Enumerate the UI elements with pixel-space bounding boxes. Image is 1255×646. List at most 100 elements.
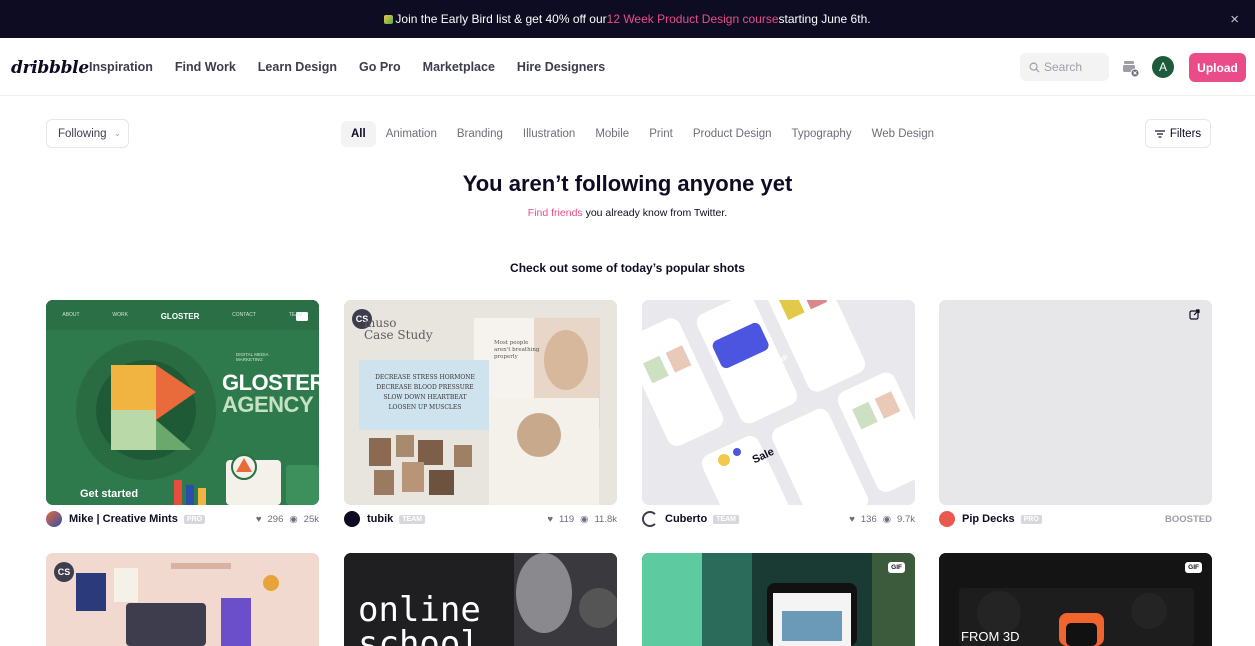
shot-meta-2: tubik TEAM ♥ 119 ◉ 11.8k (344, 509, 617, 529)
author-name[interactable]: tubik (367, 513, 393, 525)
boosted-label: BOOSTED (1165, 513, 1212, 525)
muso-line-4: LOOSEN UP MUSCLES (388, 404, 462, 411)
tab-mobile[interactable]: Mobile (585, 121, 639, 147)
dribbble-logo[interactable]: dribbble (11, 58, 89, 78)
search-input[interactable]: Search (1020, 53, 1109, 81)
nav-find-work[interactable]: Find Work (175, 60, 236, 74)
top-nav: dribbble Inspiration Find Work Learn Des… (0, 38, 1255, 96)
gloster-nav-team: TEAM (288, 312, 303, 318)
find-friends-link[interactable]: Find friends (528, 207, 583, 219)
nav-go-pro[interactable]: Go Pro (359, 60, 401, 74)
views-count: 9.7k (897, 513, 915, 525)
muso-line-3: SLOW DOWN HEARTBEAT (383, 394, 467, 401)
promo-banner: Join the Early Bird list & get 40% off o… (0, 0, 1255, 38)
shot-meta-4: Pip Decks PRO BOOSTED (939, 509, 1212, 529)
shot-meta-3: Cuberto TEAM ♥ 136 ◉ 9.7k (642, 509, 915, 529)
external-link-icon[interactable] (1189, 309, 1200, 320)
shot-card-desk[interactable]: CS (46, 553, 319, 646)
tab-illustration[interactable]: Illustration (513, 121, 585, 147)
page-title: You aren’t following anyone yet (462, 171, 793, 196)
filter-icon (1154, 129, 1165, 138)
shot-thumbnail (642, 553, 915, 646)
heart-icon[interactable]: ♥ (547, 514, 553, 525)
gloster-nav: ABOUT WORK GLOSTER CONTACT TEAM (46, 312, 319, 321)
muso-quote: Most people aren't breathing properly (494, 340, 540, 360)
pro-badge: PRO (183, 514, 206, 524)
author-name[interactable]: Cuberto (665, 513, 707, 525)
shot-card-mobile-app[interactable]: GIF (642, 553, 915, 646)
hire-icon[interactable] (1121, 58, 1141, 78)
user-avatar[interactable]: A (1152, 56, 1174, 78)
tab-branding[interactable]: Branding (447, 121, 513, 147)
shot-card-online-school[interactable]: online school (344, 553, 617, 646)
team-badge: TEAM (713, 514, 740, 524)
tab-typography[interactable]: Typography (781, 121, 861, 147)
shot-stats: ♥ 136 ◉ 9.7k (849, 514, 915, 525)
from-3d-text: FROM 3D (961, 629, 1020, 644)
gloster-nav-about: ABOUT (62, 312, 80, 318)
nav-links: Inspiration Find Work Learn Design Go Pr… (89, 60, 605, 74)
online-school-line-1: online (358, 590, 481, 630)
nav-hire-designers[interactable]: Hire Designers (517, 60, 605, 74)
chevron-down-icon: ⌄ (113, 128, 122, 138)
tab-product-design[interactable]: Product Design (683, 121, 782, 147)
shot-card-gloster[interactable]: ABOUT WORK GLOSTER CONTACT TEAM DIGITAL … (46, 300, 319, 505)
gloster-cta: Get started (80, 488, 139, 500)
tab-print[interactable]: Print (639, 121, 683, 147)
banner-course-link[interactable]: 12 Week Product Design course (607, 12, 779, 26)
book-icon (384, 14, 394, 24)
author-avatar[interactable] (642, 511, 658, 527)
banner-suffix: starting June 6th. (778, 12, 871, 26)
nav-learn-design[interactable]: Learn Design (258, 60, 337, 74)
muso-list: DECREASE STRESS HORMONE DECREASE BLOOD P… (360, 373, 490, 413)
shot-meta-1: Mike | Creative Mints PRO ♥ 296 ◉ 25k (46, 509, 319, 529)
author-avatar[interactable] (344, 511, 360, 527)
shot-team-avatar[interactable]: CS (54, 562, 74, 582)
shot-card-pip-decks[interactable] (939, 300, 1212, 505)
search-icon (1029, 62, 1040, 73)
author-avatar[interactable] (46, 511, 62, 527)
author-name[interactable]: Pip Decks (962, 513, 1015, 525)
shot-card-watch[interactable]: FROM 3D GIF (939, 553, 1212, 646)
banner-prefix: Join the Early Bird list & get 40% off o… (395, 12, 607, 26)
muso-line-2: DECREASE BLOOD PRESSURE (376, 384, 474, 391)
shot-card-cuberto[interactable]: 1935.6 PHP Sale (642, 300, 915, 505)
heart-icon[interactable]: ♥ (849, 514, 855, 525)
eye-icon: ◉ (882, 513, 892, 525)
tab-all[interactable]: All (341, 120, 376, 147)
gloster-nav-logo: GLOSTER (160, 312, 200, 321)
close-icon[interactable]: × (1230, 11, 1239, 28)
team-badge: TEAM (399, 514, 426, 524)
gif-badge: GIF (1185, 562, 1202, 573)
popular-heading: Check out some of today’s popular shots (510, 261, 745, 275)
shot-thumbnail (46, 553, 319, 646)
shot-card-muso[interactable]: CS muso Case Study Most people aren't br… (344, 300, 617, 505)
views-count: 25k (303, 513, 319, 525)
shot-stats: ♥ 119 ◉ 11.8k (547, 514, 617, 525)
tab-animation[interactable]: Animation (376, 121, 447, 147)
gif-badge: GIF (888, 562, 905, 573)
filters-label: Filters (1169, 127, 1202, 140)
nav-marketplace[interactable]: Marketplace (423, 60, 495, 74)
following-dropdown[interactable]: Following ⌄ (46, 119, 129, 148)
pro-badge: PRO (1020, 514, 1042, 524)
likes-count: 119 (559, 513, 575, 525)
gloster-title: GLOSTER (222, 370, 319, 395)
shot-stats: ♥ 296 ◉ 25k (256, 514, 319, 525)
following-label: Following (58, 127, 107, 140)
shot-thumbnail (642, 300, 915, 505)
online-school-line-2: school (358, 624, 481, 646)
upload-button[interactable]: Upload (1189, 53, 1246, 82)
online-school-title: online school (358, 593, 481, 646)
muso-subtitle: Case Study (364, 328, 433, 342)
author-avatar[interactable] (939, 511, 955, 527)
tab-web-design[interactable]: Web Design (862, 121, 944, 147)
filters-button[interactable]: Filters (1145, 119, 1211, 148)
nav-inspiration[interactable]: Inspiration (89, 60, 153, 74)
views-count: 11.8k (594, 513, 617, 525)
eye-icon: ◉ (580, 513, 589, 525)
category-tabs: All Animation Branding Illustration Mobi… (341, 119, 944, 148)
eye-icon: ◉ (289, 513, 298, 525)
author-name[interactable]: Mike | Creative Mints (69, 513, 178, 525)
heart-icon[interactable]: ♥ (256, 514, 262, 525)
